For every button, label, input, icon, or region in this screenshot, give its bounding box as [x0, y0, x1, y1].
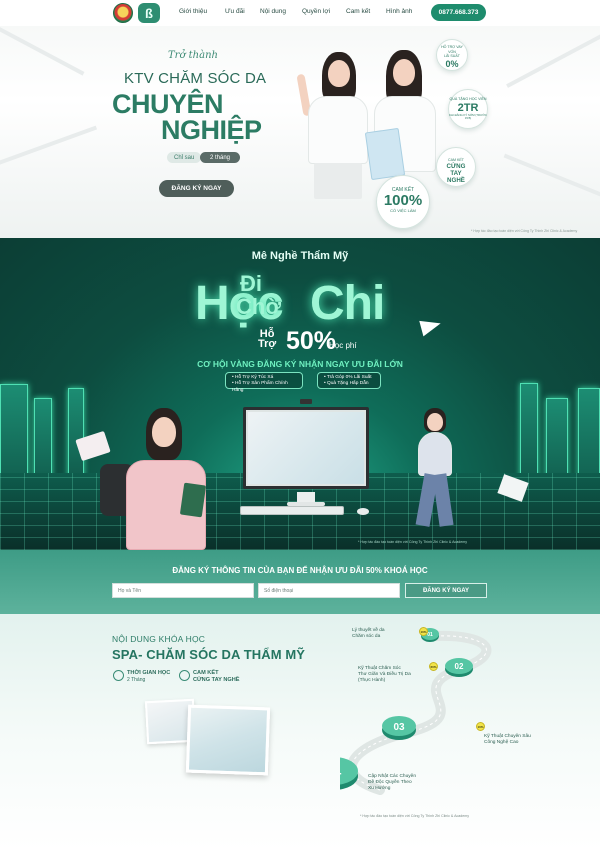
step-label-04: Cập Nhật Các Chuyên Đề Độc Quyền Theo Xu…	[368, 774, 416, 791]
gift-badge: QUÀ TẶNG HỌC VIÊN 2TR KHI ĐĂNG KÝ SỚM (T…	[448, 89, 488, 129]
duration-prefix: Chỉ sau	[167, 152, 202, 163]
nav-item-hinh-anh[interactable]: Hình ảnh	[386, 8, 412, 15]
course-title: SPA- CHĂM SÓC DA THẨM MỸ	[112, 647, 306, 662]
step-label-02: Kỹ Thuật Chăm Sóc Thư Giãn Và Điều Trị D…	[358, 666, 411, 683]
step-node-03[interactable]: 03	[382, 716, 416, 740]
svg-text:03: 03	[393, 722, 405, 733]
duration-badge: 2 tháng	[200, 152, 241, 163]
step-percent-01: 10%	[419, 627, 428, 636]
perks-left: • Hỗ Trợ Ký Túc Xá • Hỗ Trợ Sản Phẩm Chí…	[225, 372, 303, 393]
keyboard-icon	[240, 506, 344, 515]
perks-right: • Trả Góp 0% Lãi Suất • Quà Tặng Hấp Dẫn	[317, 372, 381, 389]
info-duration-value: 2 Tháng	[127, 677, 146, 683]
nav-item-noi-dung[interactable]: Nội dung	[260, 8, 286, 15]
student-with-book	[100, 406, 220, 550]
form-submit-button[interactable]: ĐĂNG KÝ NGAY	[405, 583, 487, 598]
svg-text:02: 02	[455, 662, 464, 671]
hero-disclaimer: * Hợp tác đào tạo toàn diện với Công Ty …	[471, 229, 578, 233]
paper-plane-icon	[419, 315, 443, 337]
decor-ray	[0, 26, 85, 76]
promo-heading: Mê Nghề Thẩm Mỹ	[251, 250, 349, 262]
promo-disclaimer: * Hợp tác đào tạo toàn diện với Công Ty …	[358, 540, 468, 544]
phone-button[interactable]: 0877.668.373	[431, 4, 486, 21]
name-placeholder: Họ và Tên	[118, 587, 141, 594]
skill-badge: CAM KẾT CỨNG TAY NGHỀ	[436, 147, 476, 187]
nav-item-uu-dai[interactable]: Ưu đãi	[225, 8, 245, 15]
hero-register-button[interactable]: ĐĂNG KÝ NGAY	[159, 180, 234, 197]
hero-title-line3: NGHIỆP	[161, 115, 262, 145]
phone-placeholder: Số điện thoại	[264, 587, 294, 594]
course-disclaimer: * Hợp tác đào tạo toàn diện với Công Ty …	[360, 814, 470, 818]
signup-form-section: ĐĂNG KÝ THÔNG TIN CỦA BẠN ĐỂ NHẬN ƯU ĐÃI…	[0, 550, 600, 614]
badge-icon	[179, 670, 190, 681]
decor-ray	[0, 125, 98, 171]
step-node-02[interactable]: 02	[445, 658, 473, 677]
info-duration-heading: THỜI GIAN HỌC	[127, 670, 171, 676]
hero-pretitle: Trở thành	[168, 50, 218, 61]
top-navbar: ß Giới thiệu Ưu đãi Nội dung Quyền lợi C…	[0, 0, 600, 26]
form-title: ĐĂNG KÝ THÔNG TIN CỦA BẠN ĐỂ NHẬN ƯU ĐÃI…	[172, 566, 428, 575]
mouse-icon	[357, 508, 369, 515]
slogan-cho: Chờ	[236, 294, 281, 319]
book-icon	[179, 482, 207, 518]
info-commit-heading: CAM KẾT	[193, 670, 219, 676]
promo-section: Mê Nghề Thẩm Mỹ Học Đi Chờ Chi Hỗ Trợ 50…	[0, 238, 600, 550]
promo-subheading: CƠ HỘI VÀNG ĐĂNG KÝ NHẬN NGAY ƯU ĐÃI LỚN	[197, 359, 403, 369]
decor-ray	[503, 153, 600, 203]
hero-title-line1: KTV CHĂM SÓC DA	[124, 70, 267, 87]
job-badge: CAM KẾT 100% CÓ VIỆC LÀM	[376, 175, 430, 229]
svg-text:01: 01	[427, 632, 433, 638]
monitor-video[interactable]	[243, 407, 369, 489]
hero-section: Trở thành KTV CHĂM SÓC DA CHUYÊN NGHIỆP …	[0, 26, 600, 238]
nav-item-quyen-loi[interactable]: Quyền lợi	[302, 8, 330, 15]
webcam-icon	[300, 399, 312, 404]
step-label-01: Lý thuyết về da Chăm sóc da	[352, 628, 385, 639]
nav-item-gioi-thieu[interactable]: Giới thiệu	[179, 8, 207, 15]
step-label-03: Kỹ Thuật Chuyên Sâu Công Nghệ Cao	[484, 734, 531, 745]
loan-badge: HỖ TRỢ VAY VỐN LÃI SUẤT 0%	[436, 39, 468, 71]
nav-item-cam-ket[interactable]: Cam kết	[346, 8, 370, 15]
student-photo-left	[296, 48, 374, 238]
student-walking	[412, 408, 462, 532]
name-input[interactable]: Họ và Tên	[112, 583, 254, 598]
clinic-emblem-logo[interactable]	[113, 3, 133, 23]
course-section: NỘI DUNG KHÓA HỌC SPA- CHĂM SÓC DA THẨM …	[0, 614, 600, 850]
step-percent-02: 60%	[429, 662, 438, 671]
decor-ray	[506, 28, 600, 88]
phone-input[interactable]: Số điện thoại	[258, 583, 400, 598]
slogan-chi: Chi	[310, 277, 385, 330]
support-suffix: Học phí	[329, 341, 357, 350]
step-percent-03: 10%	[476, 722, 485, 731]
course-section-label: NỘI DUNG KHÓA HỌC	[112, 634, 206, 644]
support-label: Hỗ Trợ	[258, 328, 277, 350]
class-photo-large	[185, 704, 271, 776]
info-commit-value: CỨNG TAY NGHỀ	[193, 677, 240, 683]
academy-logo[interactable]: ß	[138, 3, 160, 23]
clock-icon	[113, 670, 124, 681]
